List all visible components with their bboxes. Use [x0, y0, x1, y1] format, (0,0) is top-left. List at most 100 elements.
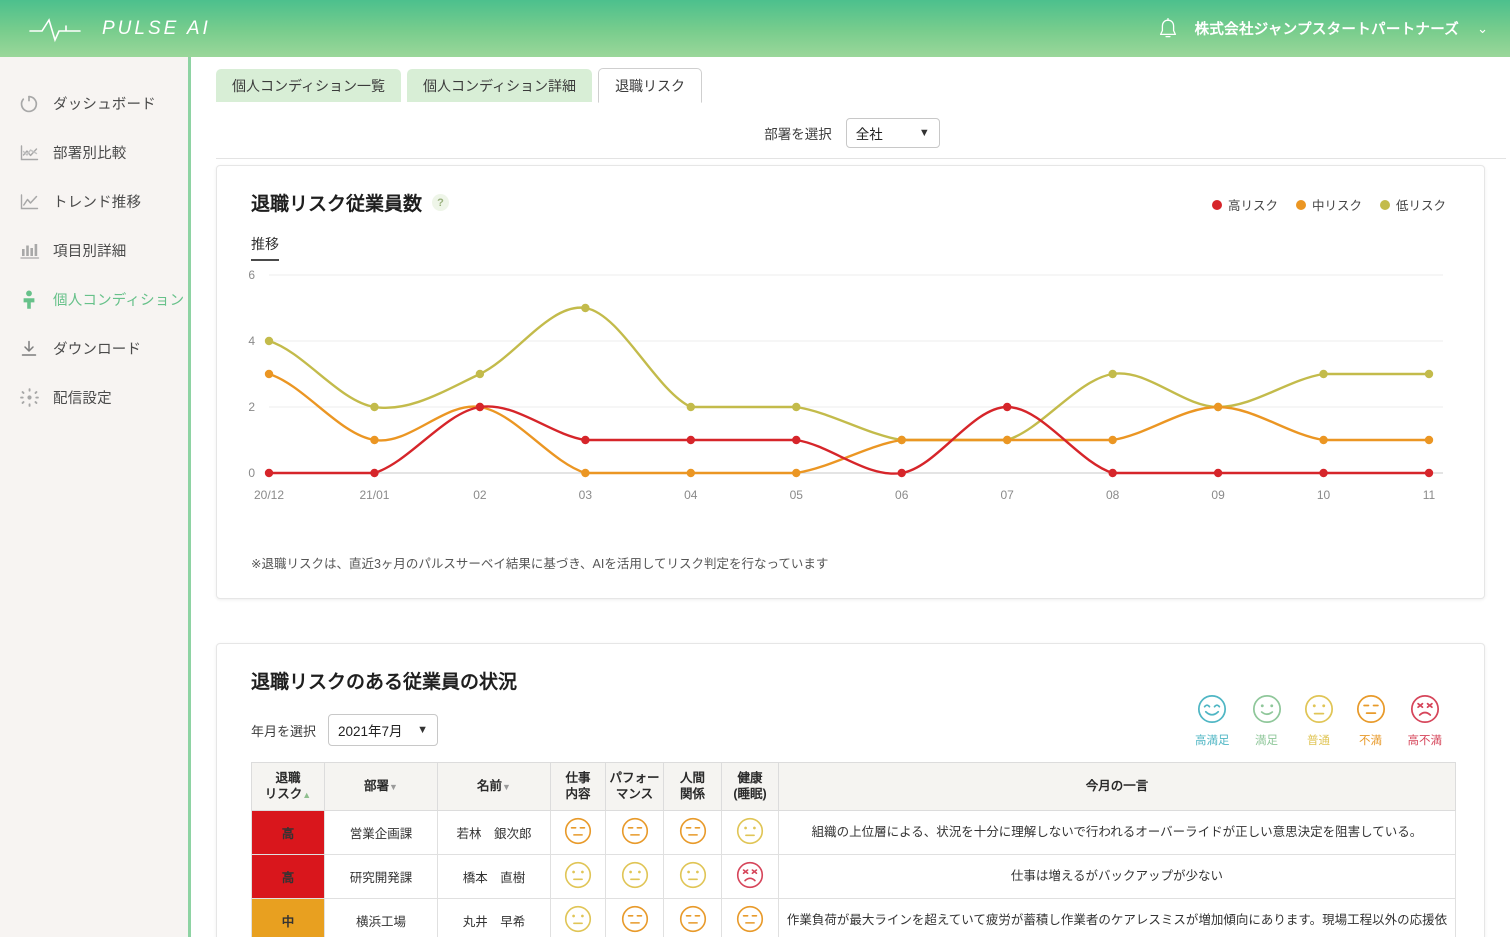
table-header-label: 名前 [477, 779, 502, 793]
svg-text:03: 03 [579, 488, 593, 502]
mood-cell [722, 811, 779, 855]
sidebar-item-download[interactable]: ダウンロード [0, 324, 188, 373]
mood-cell [664, 899, 722, 937]
table-header-label: 今月の一言 [1086, 779, 1149, 793]
help-icon[interactable]: ? [432, 194, 449, 211]
table-header-cell[interactable]: 部署▼ [325, 763, 438, 811]
mood-cell [551, 811, 606, 855]
sidebar-item-trend[interactable]: トレンド推移 [0, 177, 188, 226]
monthly-comment-cell: 仕事は増えるがバックアップが少ない [779, 855, 1456, 899]
sidebar-item-distribution-settings[interactable]: 配信設定 [0, 373, 188, 422]
distribution-settings-icon [18, 387, 40, 409]
mood-cell [606, 855, 664, 899]
sidebar-item-label: 部署別比較 [53, 142, 127, 163]
table-title-text: 退職リスクのある従業員の状況 [251, 667, 517, 694]
table-header-label: 部署 [364, 779, 389, 793]
person-icon [18, 289, 40, 311]
table-header-cell[interactable]: 名前▼ [438, 763, 551, 811]
monthly-comment-cell: 組織の上位層による、状況を十分に理解しないで行われるオーバーライドが正しい意思決… [779, 811, 1456, 855]
year-month-select[interactable]: 2021年7月 ▼ [328, 714, 438, 746]
app-root: PULSE AI 株式会社ジャンプスタートパートナーズ ⌄ ダッ [0, 0, 1510, 937]
mood-legend-label: 高不満 [1408, 732, 1443, 748]
sort-desc-icon[interactable]: ▼ [502, 782, 511, 792]
svg-text:02: 02 [473, 488, 487, 502]
chart-subtab-transition[interactable]: 推移 [251, 234, 279, 261]
turnover-risk-line-chart: 024620/1221/0102030405060708091011 [217, 261, 1477, 531]
mood-legend-item-happy: 満足 [1252, 694, 1282, 748]
pulse-wave-logo-icon [28, 14, 86, 44]
brand-logo[interactable]: PULSE AI [28, 14, 211, 44]
department-cell: 横浜工場 [325, 899, 438, 937]
risk-employee-table: 退職リスク▲部署▼名前▼仕事内容パフォーマンス人間関係健康(睡眠)今月の一言 高… [251, 762, 1456, 937]
legend-label: 高リスク [1228, 195, 1278, 214]
company-menu-chevron-down-icon[interactable]: ⌄ [1477, 21, 1488, 37]
neutral-face-icon [736, 817, 764, 848]
tab-individual-condition-list[interactable]: 個人コンディション一覧 [216, 69, 401, 102]
sidebar-item-department-comparison[interactable]: 部署別比較 [0, 128, 188, 177]
mood-cell [606, 811, 664, 855]
table-body: 高営業企画課若林 銀次郎組織の上位層による、状況を十分に理解しないで行われるオー… [252, 811, 1456, 937]
department-select[interactable]: 全社 ▼ [846, 118, 940, 148]
legend-label: 低リスク [1396, 195, 1446, 214]
svg-text:10: 10 [1317, 488, 1331, 502]
department-filter-label: 部署を選択 [764, 123, 832, 143]
top-header: PULSE AI 株式会社ジャンプスタートパートナーズ ⌄ [0, 0, 1510, 57]
tab-turnover-risk[interactable]: 退職リスク [598, 68, 702, 103]
unhappy-face-icon [621, 905, 649, 936]
sidebar-item-label: ダッシュボード [53, 93, 156, 114]
turnover-risk-chart-card: 退職リスク従業員数 ? 推移 高リスク 中リスク 低リスク [216, 165, 1485, 599]
chevron-down-icon: ▼ [919, 127, 930, 139]
department-cell: 研究開発課 [325, 855, 438, 899]
legend-item-low-risk[interactable]: 低リスク [1380, 195, 1446, 214]
mood-legend-label: 不満 [1359, 732, 1382, 748]
bar-chart-icon [18, 240, 40, 262]
compare-chart-icon [18, 142, 40, 164]
very-happy-face-icon [1197, 694, 1227, 729]
risk-level-badge: 高 [252, 855, 325, 899]
sort-asc-icon[interactable]: ▲ [302, 790, 311, 800]
unhappy-face-icon [736, 905, 764, 936]
svg-text:6: 6 [248, 268, 255, 282]
table-row[interactable]: 高営業企画課若林 銀次郎組織の上位層による、状況を十分に理解しないで行われるオー… [252, 811, 1456, 855]
sidebar-item-dashboard[interactable]: ダッシュボード [0, 79, 188, 128]
svg-text:05: 05 [790, 488, 804, 502]
sidebar-item-label: トレンド推移 [53, 191, 141, 212]
table-header-cell[interactable]: 退職リスク▲ [252, 763, 325, 811]
tab-bar-underline [216, 158, 1506, 159]
legend-item-mid-risk[interactable]: 中リスク [1296, 195, 1362, 214]
legend-label: 中リスク [1312, 195, 1362, 214]
unhappy-face-icon [679, 905, 707, 936]
happy-face-icon [1252, 694, 1282, 729]
notification-bell-icon[interactable] [1157, 17, 1179, 41]
table-header-cell: パフォーマンス [606, 763, 664, 811]
very-unhappy-face-icon [1410, 694, 1440, 729]
mood-cell [722, 899, 779, 937]
legend-item-high-risk[interactable]: 高リスク [1212, 195, 1278, 214]
mood-legend-item-neutral: 普通 [1304, 694, 1334, 748]
sort-desc-icon[interactable]: ▼ [389, 782, 398, 792]
unhappy-face-icon [564, 817, 592, 848]
svg-text:21/01: 21/01 [359, 488, 389, 502]
svg-text:2: 2 [248, 400, 255, 414]
dashboard-icon [18, 93, 40, 115]
neutral-face-icon [564, 861, 592, 892]
table-header-label: 健康(睡眠) [733, 771, 766, 801]
table-row[interactable]: 中横浜工場丸井 早希作業負荷が最大ラインを超えていて疲労が蓄積し作業者のケアレス… [252, 899, 1456, 937]
department-cell: 営業企画課 [325, 811, 438, 855]
mood-cell [722, 855, 779, 899]
download-icon [18, 338, 40, 360]
employee-name-cell: 丸井 早希 [438, 899, 551, 937]
svg-text:06: 06 [895, 488, 909, 502]
tab-individual-condition-detail[interactable]: 個人コンディション詳細 [407, 69, 592, 102]
mood-cell [551, 855, 606, 899]
neutral-face-icon [679, 861, 707, 892]
table-row[interactable]: 高研究開発課橋本 直樹仕事は増えるがバックアップが少ない [252, 855, 1456, 899]
department-select-value: 全社 [856, 123, 883, 143]
sidebar-item-label: ダウンロード [53, 338, 141, 359]
sidebar-item-individual-condition[interactable]: 個人コンディション [0, 275, 188, 324]
neutral-face-icon [621, 861, 649, 892]
chart-area: 高リスク 中リスク 低リスク 024620/1221/0102030405060… [217, 261, 1484, 541]
mood-legend-item-unhappy: 不満 [1356, 694, 1386, 748]
neutral-face-icon [564, 905, 592, 936]
sidebar-item-item-detail[interactable]: 項目別詳細 [0, 226, 188, 275]
